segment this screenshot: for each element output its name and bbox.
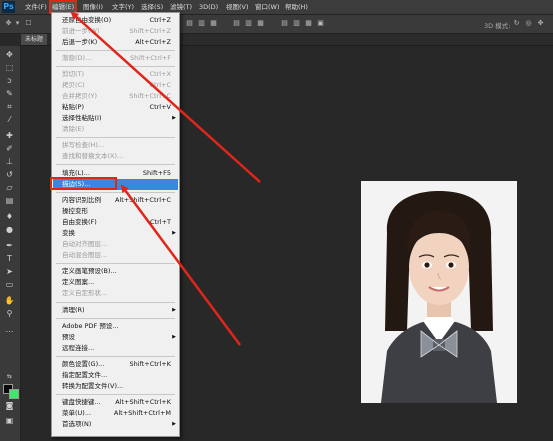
arrow-to-edit-menu — [70, 11, 261, 183]
arrow-to-stroke-item — [120, 184, 242, 346]
annotation-arrows — [70, 11, 261, 346]
